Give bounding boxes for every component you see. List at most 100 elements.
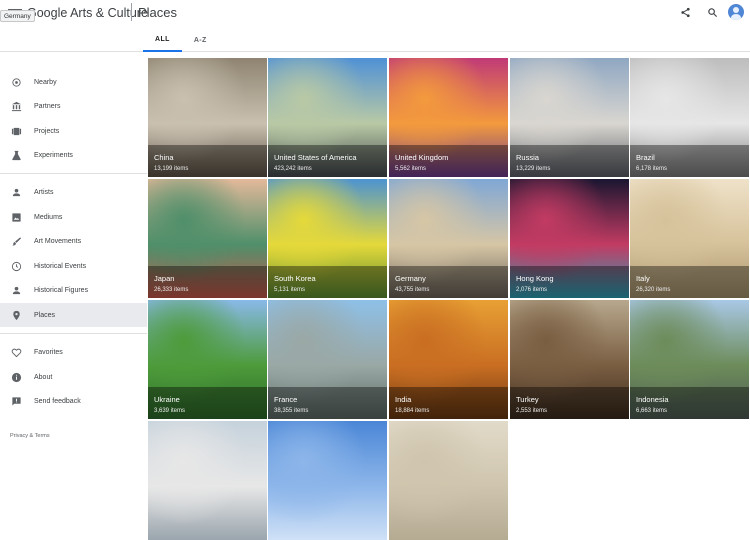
- tab-all[interactable]: ALL: [143, 28, 182, 52]
- place-item-count: 13,229 items: [516, 166, 551, 172]
- place-name: France: [274, 395, 298, 404]
- sidebar-item-experiments[interactable]: Experiments: [0, 143, 147, 167]
- place-card[interactable]: United Kingdom 5,562 items: [389, 58, 508, 177]
- hover-tooltip: Germany: [0, 10, 35, 22]
- page-title: Places: [138, 5, 178, 20]
- sidebar-item-historical-events[interactable]: Historical Events: [0, 254, 147, 278]
- place-card[interactable]: Ukraine 3,639 items: [148, 300, 267, 419]
- place-item-count: 18,884 items: [395, 408, 430, 414]
- search-icon[interactable]: [703, 3, 721, 21]
- sidebar-divider: [0, 173, 147, 174]
- museum-icon: [10, 100, 22, 112]
- place-card[interactable]: Russia 13,229 items: [510, 58, 629, 177]
- place-name: South Korea: [274, 274, 316, 283]
- person-icon: [10, 284, 22, 296]
- sidebar-item-favorites[interactable]: Favorites: [0, 340, 147, 364]
- sidebar-item-places[interactable]: Places: [0, 303, 147, 327]
- place-item-count: 2,076 items: [516, 287, 548, 293]
- place-item-count: 5,562 items: [395, 166, 427, 172]
- sidebar-item-art-movements[interactable]: Art Movements: [0, 229, 147, 253]
- place-name: United Kingdom: [395, 153, 449, 162]
- sidebar-item-artists[interactable]: Artists: [0, 180, 147, 204]
- sidebar-item-historical-figures[interactable]: Historical Figures: [0, 278, 147, 302]
- account-avatar[interactable]: [728, 4, 744, 20]
- sidebar-item-nearby[interactable]: Nearby: [0, 70, 147, 94]
- sidebar-item-partners[interactable]: Partners: [0, 94, 147, 118]
- place-item-count: 26,320 items: [636, 287, 671, 293]
- place-name: Germany: [395, 274, 426, 283]
- sidebar-item-label: Partners: [34, 102, 61, 110]
- sidebar-item-label: Historical Figures: [34, 286, 89, 294]
- place-name: Hong Kong: [516, 274, 554, 283]
- place-card[interactable]: Indonesia 6,663 items: [630, 300, 749, 419]
- sidebar-item-label: Mediums: [34, 213, 63, 221]
- sidebar-item-label: Favorites: [34, 348, 63, 356]
- place-item-count: 5,131 items: [274, 287, 306, 293]
- place-card[interactable]: [389, 421, 508, 540]
- place-image: [148, 421, 267, 540]
- place-name: Ukraine: [154, 395, 180, 404]
- tab-a-z[interactable]: A-Z: [182, 28, 219, 52]
- sidebar-item-about[interactable]: About: [0, 365, 147, 389]
- person-icon: [10, 186, 22, 198]
- sidebar-item-label: Experiments: [34, 151, 73, 159]
- place-card[interactable]: Germany 43,755 items: [389, 179, 508, 298]
- place-card[interactable]: China 13,199 items: [148, 58, 267, 177]
- place-name: Indonesia: [636, 395, 669, 404]
- place-card[interactable]: Hong Kong 2,076 items: [510, 179, 629, 298]
- sidebar-item-label: Art Movements: [34, 237, 82, 245]
- place-name: China: [154, 153, 174, 162]
- place-item-count: 6,663 items: [636, 408, 668, 414]
- sidebar-item-label: Historical Events: [34, 262, 87, 270]
- place-card[interactable]: South Korea 5,131 items: [268, 179, 387, 298]
- place-card[interactable]: [268, 421, 387, 540]
- place-item-count: 423,242 items: [274, 166, 312, 172]
- app-header: Google Arts & Culture Places Germany ALL…: [0, 0, 750, 52]
- place-card[interactable]: Italy 26,320 items: [630, 179, 749, 298]
- sidebar: Nearby Partners Projects Experiments Art…: [0, 52, 147, 456]
- place-card[interactable]: Brazil 6,178 items: [630, 58, 749, 177]
- place-item-count: 38,355 items: [274, 408, 309, 414]
- brush-icon: [10, 235, 22, 247]
- place-item-count: 2,553 items: [516, 408, 548, 414]
- place-image: [389, 421, 508, 540]
- place-name: United States of America: [274, 153, 357, 162]
- privacy-terms-link[interactable]: Privacy & Terms: [10, 433, 50, 439]
- place-card[interactable]: Turkey 2,553 items: [510, 300, 629, 419]
- google-arts-culture-logo[interactable]: Google Arts & Culture: [27, 6, 148, 20]
- place-name: Brazil: [636, 153, 655, 162]
- share-icon[interactable]: [676, 3, 694, 21]
- sidebar-item-label: Places: [34, 311, 56, 319]
- sidebar-item-label: Artists: [34, 188, 54, 196]
- place-name: India: [395, 395, 412, 404]
- flask-icon: [10, 149, 22, 161]
- place-card[interactable]: Japan 26,333 items: [148, 179, 267, 298]
- image-icon: [10, 211, 22, 223]
- sidebar-item-send-feedback[interactable]: Send feedback: [0, 389, 147, 413]
- location-icon: [10, 76, 22, 88]
- place-item-count: 13,199 items: [154, 166, 189, 172]
- heart-icon: [10, 346, 22, 358]
- sidebar-divider: [0, 333, 147, 334]
- place-item-count: 43,755 items: [395, 287, 430, 293]
- places-grid: China 13,199 items United States of Americ…: [147, 58, 750, 540]
- clock-icon: [10, 260, 22, 272]
- sidebar-item-label: Send feedback: [34, 397, 81, 405]
- tab-bar: ALL A-Z: [143, 28, 219, 52]
- place-card[interactable]: United States of America 423,242 items: [268, 58, 387, 177]
- place-card[interactable]: India 18,884 items: [389, 300, 508, 419]
- place-image: [268, 421, 387, 540]
- place-name: Russia: [516, 153, 539, 162]
- place-card[interactable]: [148, 421, 267, 540]
- feedback-icon: [10, 395, 22, 407]
- place-item-count: 26,333 items: [154, 287, 189, 293]
- sidebar-item-label: Projects: [34, 127, 60, 135]
- sidebar-item-label: Nearby: [34, 78, 57, 86]
- sidebar-item-projects[interactable]: Projects: [0, 119, 147, 143]
- sidebar-item-mediums[interactable]: Mediums: [0, 205, 147, 229]
- pin-icon: [10, 309, 22, 321]
- place-card[interactable]: France 38,355 items: [268, 300, 387, 419]
- place-item-count: 6,178 items: [636, 166, 668, 172]
- place-name: Italy: [636, 274, 650, 283]
- info-icon: [10, 371, 22, 383]
